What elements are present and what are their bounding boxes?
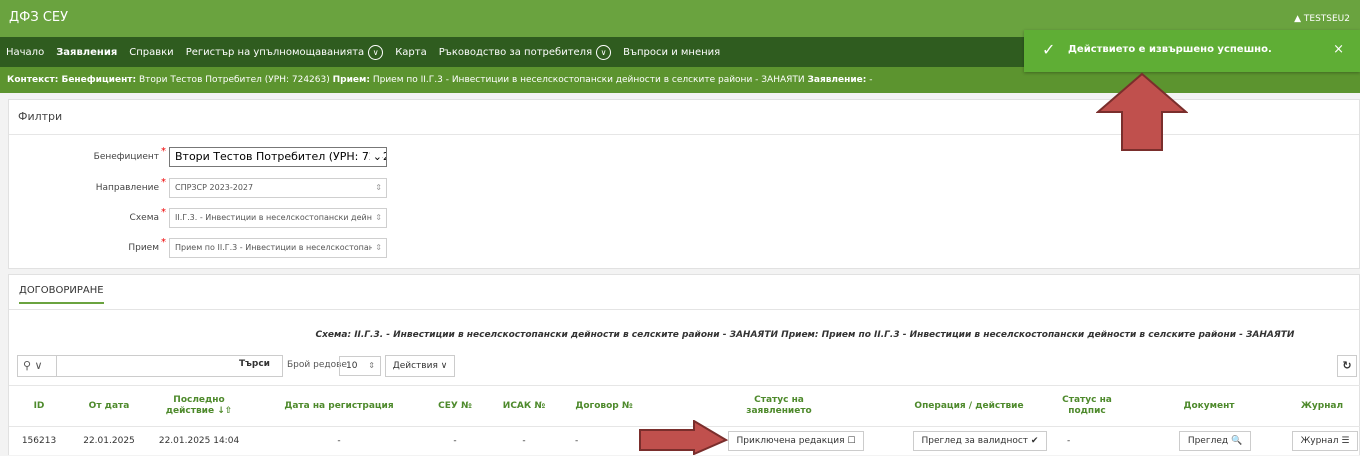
cell-contract-no: - xyxy=(575,435,579,446)
rows-count-select[interactable]: 10 ⇕ xyxy=(339,356,381,376)
filter-scheme-row: Схема * II.Г.3. - Инвестиции в неселскост… xyxy=(9,207,509,230)
nav-user-guide-label: Ръководство за потребителя xyxy=(438,46,593,58)
nav-applications[interactable]: Заявления xyxy=(50,47,123,58)
toast-message: Действието е извършено успешно. xyxy=(1068,44,1272,55)
beneficiary-select[interactable]: Втори Тестов Потребител (УРН: 724263) ⌄ xyxy=(169,147,387,167)
filter-scheme-label: Схема * xyxy=(129,207,166,223)
updown-icon: ⇕ xyxy=(372,239,382,257)
filter-direction-row: Направление * СПРЗСР 2023-2027 ⇕ xyxy=(9,177,509,200)
context-label: Контекст: Бенефициент: xyxy=(7,75,137,85)
col-document[interactable]: Документ xyxy=(1169,386,1249,426)
nav-home[interactable]: Начало xyxy=(0,47,50,58)
cell-sign-status: - xyxy=(1067,435,1071,446)
direction-select[interactable]: СПРЗСР 2023-2027 ⇕ xyxy=(169,178,387,198)
cell-id: 156213 xyxy=(21,435,57,446)
search-button[interactable]: Търси xyxy=(239,359,270,369)
filter-call-label: Прием * xyxy=(128,237,166,253)
tab-divider xyxy=(9,309,1359,310)
call-select[interactable]: Прием по II.Г.3 - Инвестиции в неселскос… xyxy=(169,238,387,258)
search-icon: ⚲ xyxy=(23,359,32,372)
filter-beneficiary-label: Бенефициент * xyxy=(93,146,166,162)
col-seu-no[interactable]: СЕУ № xyxy=(425,386,485,426)
nav-authorizations-register[interactable]: Регистър на упълномощаванията ∨ xyxy=(180,44,390,60)
document-preview-button[interactable]: Преглед 🔍 xyxy=(1178,430,1252,451)
validity-review-button[interactable]: Преглед за валидност ✔ xyxy=(912,430,1048,451)
cell-document: Преглед 🔍 xyxy=(1175,425,1255,456)
cell-isak-no: - xyxy=(522,435,526,446)
chevron-down-icon[interactable]: ∨ xyxy=(596,44,612,60)
journal-button[interactable]: Журнал ☰ xyxy=(1291,430,1359,451)
cell-last-action: 22.01.2025 14:04 xyxy=(158,435,240,446)
scheme-call-caption: Схема: II.Г.3. - Инвестиции в неселскост… xyxy=(315,330,1295,340)
right-arrow-annotation xyxy=(639,420,728,455)
actions-dropdown[interactable]: Действия ∨ xyxy=(385,355,455,377)
context-application-label: Заявление: xyxy=(807,75,867,85)
cell-reg-date: - xyxy=(337,435,341,446)
chevron-down-icon[interactable]: ∨ xyxy=(368,44,384,60)
check-icon: ✓ xyxy=(1042,40,1056,59)
scheme-select[interactable]: II.Г.3. - Инвестиции в неселскостопански… xyxy=(169,208,387,228)
col-operation[interactable]: Операция / действие xyxy=(899,386,1039,426)
col-contract-no[interactable]: Договор № xyxy=(559,386,649,426)
success-toast: ✓ Действието е извършено успешно. × xyxy=(1024,30,1360,72)
col-sign-status[interactable]: Статус на подпис xyxy=(1057,386,1117,426)
context-call-label: Прием: xyxy=(332,75,370,85)
search-options-dropdown[interactable]: ⚲ ∨ xyxy=(17,355,57,377)
refresh-icon[interactable]: ↻ xyxy=(1337,355,1357,377)
filter-beneficiary-row: Бенефициент * Втори Тестов Потребител (УР… xyxy=(9,146,509,169)
cell-status: Приключена редакция ☐ xyxy=(727,425,865,456)
col-last-action[interactable]: Последно действие ↓⇧ xyxy=(159,386,239,426)
context-application: - xyxy=(869,75,873,85)
status-button[interactable]: Приключена редакция ☐ xyxy=(727,430,865,451)
nav-questions[interactable]: Въпроси и мнения xyxy=(617,47,726,58)
col-isak-no[interactable]: ИСАК № xyxy=(489,386,559,426)
filter-call-row: Прием * Прием по II.Г.3 - Инвестиции в не… xyxy=(9,237,509,260)
col-id[interactable]: ID xyxy=(9,386,69,426)
col-reg-date[interactable]: Дата на регистрация xyxy=(259,386,419,426)
rows-count-label: Брой редове xyxy=(287,360,347,370)
cell-seu-no: - xyxy=(453,435,457,446)
user-menu[interactable]: ▲ TESTSEU2 xyxy=(1294,14,1350,24)
app-title[interactable]: ДФЗ СЕУ xyxy=(9,10,68,25)
table-toolbar: ⚲ ∨ Търси Брой редове 10 ⇕ Действия ∨ ↻ xyxy=(17,355,1357,377)
nav-map[interactable]: Карта xyxy=(389,47,433,58)
cell-operation: Преглед за валидност ✔ xyxy=(907,425,1053,456)
context-call: Прием по II.Г.3 - Инвестиции в неселскос… xyxy=(372,75,805,85)
updown-icon: ⇕ xyxy=(372,179,382,197)
tab-contracting[interactable]: ДОГОВОРИРАНЕ xyxy=(19,285,104,304)
nav-reports[interactable]: Справки xyxy=(123,47,179,58)
up-arrow-annotation xyxy=(1096,72,1188,151)
nav-user-guide[interactable]: Ръководство за потребителя ∨ xyxy=(433,44,617,60)
context-beneficiary: Втори Тестов Потребител (УРН: 724263) xyxy=(138,75,330,85)
nav-authorizations-label: Регистър на упълномощаванията xyxy=(185,46,365,58)
col-journal[interactable]: Журнал xyxy=(1285,386,1359,426)
col-from-date[interactable]: От дата xyxy=(69,386,149,426)
filter-direction-label: Направление * xyxy=(95,177,166,193)
cell-journal: Журнал ☰ xyxy=(1289,425,1360,456)
col-application-status[interactable]: Статус на заявлението xyxy=(734,386,824,426)
cell-from-date: 22.01.2025 xyxy=(83,435,135,446)
close-icon[interactable]: × xyxy=(1333,42,1344,57)
updown-icon: ⇕ xyxy=(368,361,375,370)
updown-icon: ⇕ xyxy=(372,209,382,227)
chevron-down-icon: ⌄ xyxy=(369,148,382,166)
